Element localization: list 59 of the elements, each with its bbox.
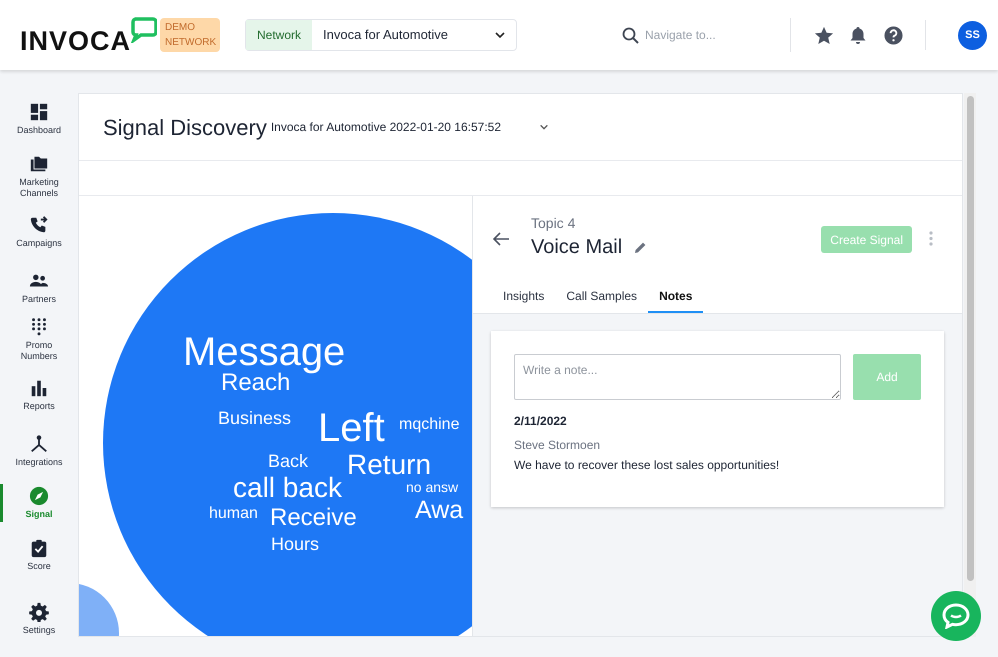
cloud-word: no answ: [406, 480, 458, 494]
sidebar-item[interactable]: Integrations: [0, 432, 78, 470]
note-input-field[interactable]: Write a note...: [514, 354, 841, 400]
network-select[interactable]: Network Invoca for Automotive: [245, 19, 517, 51]
note-date: 2/11/2022: [514, 413, 568, 430]
sidebar-item[interactable]: Partners: [0, 269, 78, 307]
cloud-word: Receive: [270, 506, 357, 530]
page-title: Signal Discovery: [103, 114, 267, 142]
network-icon: [29, 434, 49, 454]
user-avatar[interactable]: SS: [958, 20, 987, 50]
settings-icon: [29, 602, 49, 622]
demo-network-badge: DEMO NETWORK: [160, 18, 220, 52]
phone-forward-icon: [29, 215, 49, 235]
chevron-down-icon: [539, 122, 549, 132]
network-value: Invoca for Automotive: [322, 26, 450, 44]
sidebar-item[interactable]: Dashboard: [0, 100, 78, 138]
chat-bubble-icon: [131, 17, 158, 43]
note-author: Steve Stormoen: [514, 437, 602, 454]
topic-number: Topic 4: [531, 214, 576, 233]
topic-name: Voice Mail: [531, 235, 622, 260]
sidebar-item[interactable]: Score: [0, 536, 78, 574]
tab[interactable]: Insights: [492, 280, 556, 313]
pencil-icon[interactable]: [634, 240, 648, 254]
dashboard-icon: [29, 102, 49, 122]
logo-text: INVOCA: [20, 28, 132, 55]
cloud-word: human: [209, 506, 258, 522]
note-text: We have to recover these lost sales opportunities!: [514, 457, 780, 474]
sidebar-item[interactable]: Reports: [0, 376, 78, 414]
sidebar-item[interactable]: Marketing Channels: [0, 152, 78, 201]
dialpad-icon: [29, 317, 49, 337]
cloud-word: mqchine: [399, 417, 460, 433]
sidebar-item[interactable]: Settings: [0, 600, 78, 638]
star-icon[interactable]: [814, 26, 834, 44]
search-icon: [622, 26, 639, 44]
cloud-word: Left: [318, 408, 385, 448]
cloud-word: Return: [347, 451, 432, 479]
cloud-word: Back: [268, 452, 308, 470]
tab[interactable]: Notes: [648, 280, 704, 313]
cloud-word: Business: [218, 409, 292, 427]
scrollbar[interactable]: [964, 93, 976, 637]
cloud-word: Reach: [221, 371, 290, 395]
sidebar-item[interactable]: Campaigns: [0, 213, 78, 251]
cloud-word: call back: [233, 474, 342, 502]
cloud-word: Hours: [271, 535, 320, 553]
help-icon[interactable]: [884, 26, 903, 44]
bell-icon[interactable]: [850, 26, 866, 44]
tab[interactable]: Call Samples: [555, 280, 648, 313]
context-select[interactable]: Invoca for Automotive 2022-01-20 16:57:52: [270, 118, 549, 136]
bar-chart-icon: [29, 378, 49, 398]
cloud-word: Awa: [415, 498, 464, 523]
back-arrow-icon[interactable]: [493, 232, 510, 246]
network-label: Network: [246, 20, 312, 50]
chat-bubble-icon: [942, 603, 970, 629]
folders-icon: [29, 154, 49, 174]
cloud-word: Message: [183, 332, 346, 372]
clipboard-check-icon: [29, 538, 49, 558]
sidebar-item[interactable]: Promo Numbers: [0, 315, 78, 364]
search-input[interactable]: Navigate to...: [645, 26, 765, 44]
compass-icon: [29, 486, 49, 506]
